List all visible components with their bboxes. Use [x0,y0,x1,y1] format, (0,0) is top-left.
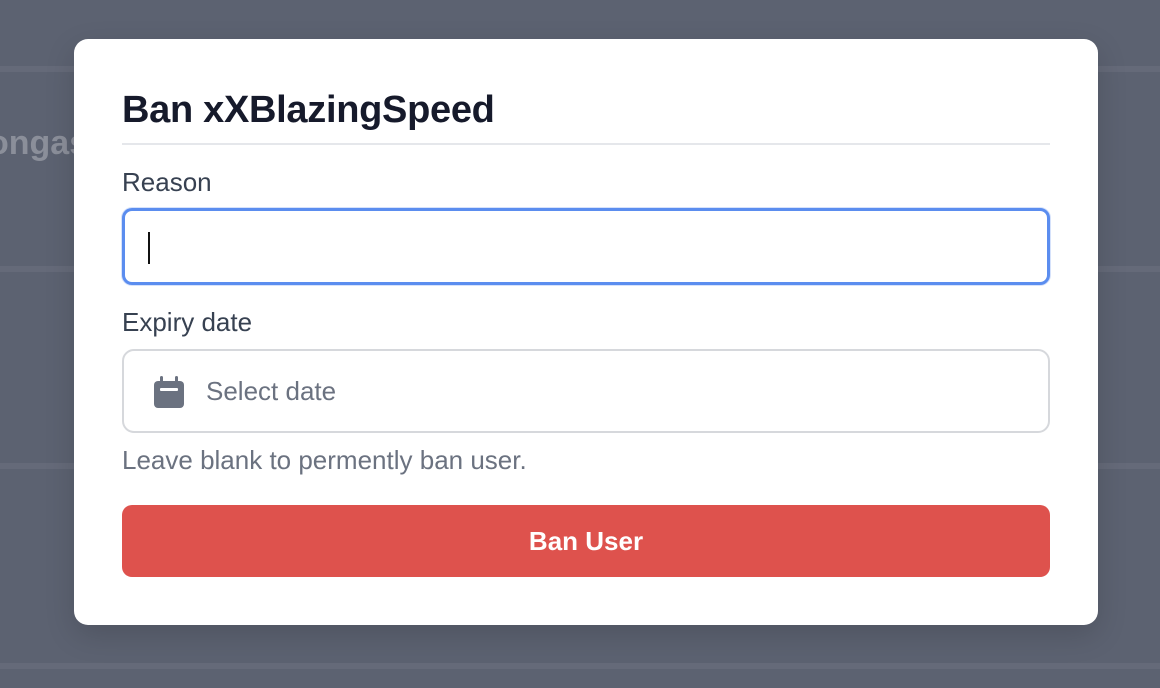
text-caret [148,232,150,264]
expiry-date-picker[interactable]: Select date [122,349,1050,433]
reason-input[interactable] [122,208,1050,285]
background-divider [0,663,1160,669]
ban-user-modal: Ban xXBlazingSpeed Reason Expiry date Se… [74,39,1098,625]
calendar-icon [154,376,184,408]
modal-title: Ban xXBlazingSpeed [122,89,495,131]
title-divider [122,143,1050,145]
expiry-date-placeholder: Select date [206,376,337,406]
reason-label: Reason [122,167,212,197]
expiry-date-label: Expiry date [122,307,253,337]
expiry-help-text: Leave blank to permently ban user. [122,445,527,475]
ban-user-button[interactable]: Ban User [122,505,1050,577]
